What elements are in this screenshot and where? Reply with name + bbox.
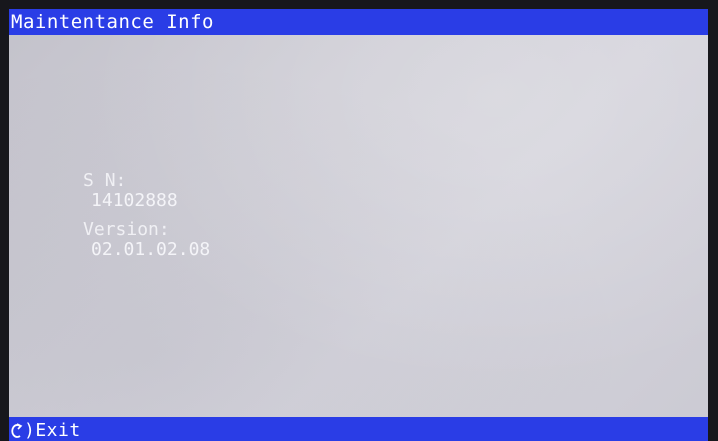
lcd-screen: Maintentance Info S N: 14102888 Version:… xyxy=(9,9,708,441)
exit-label: )Exit xyxy=(24,420,81,441)
version-value: 02.01.02.08 xyxy=(91,239,211,260)
footer-bar: )Exit xyxy=(9,417,708,441)
page-title: Maintentance Info xyxy=(11,11,214,33)
version-label: Version: xyxy=(83,219,170,240)
serial-number-label: S N: xyxy=(83,170,127,191)
exit-button[interactable]: )Exit xyxy=(11,421,81,441)
title-bar: Maintentance Info xyxy=(9,9,708,35)
version-row: Version: 02.01.02.08 xyxy=(18,200,210,280)
device-bezel: Maintentance Info S N: 14102888 Version:… xyxy=(0,0,718,441)
return-arrow-icon xyxy=(11,423,23,439)
